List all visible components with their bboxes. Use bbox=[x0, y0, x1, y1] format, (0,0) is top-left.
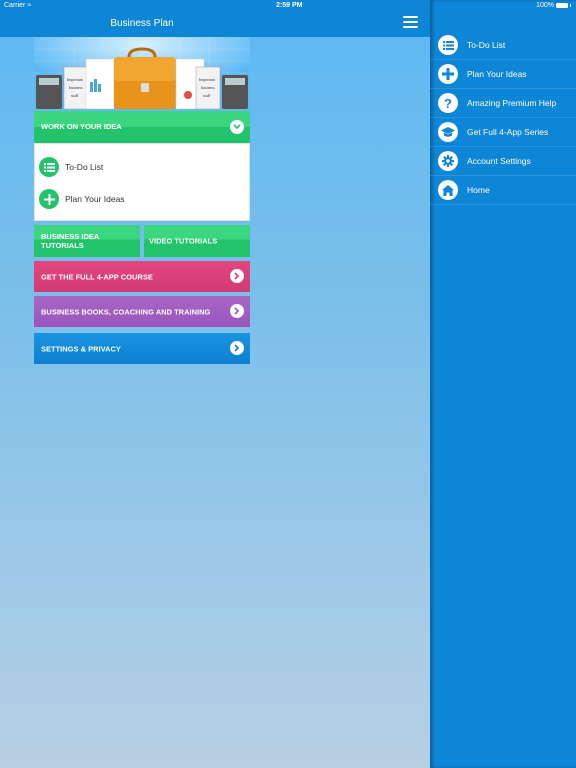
drawer-item-todo[interactable]: To-Do List bbox=[430, 31, 576, 60]
plus-icon bbox=[39, 189, 59, 209]
drawer-item-label: Plan Your Ideas bbox=[467, 69, 527, 79]
side-drawer: To-Do List Plan Your Ideas ? Amazing Pre… bbox=[430, 0, 576, 768]
full-course-button[interactable]: GET THE FULL 4-APP COURSE bbox=[34, 261, 250, 292]
graduation-cap-icon bbox=[438, 122, 458, 142]
list-icon bbox=[438, 35, 458, 55]
svg-text:business: business bbox=[69, 85, 83, 90]
gear-icon bbox=[438, 151, 458, 171]
drawer-item-home[interactable]: Home bbox=[430, 176, 576, 205]
svg-text:stuff: stuff bbox=[71, 93, 79, 98]
svg-text:Important: Important bbox=[199, 77, 216, 82]
svg-text:Important: Important bbox=[67, 77, 84, 82]
work-on-idea-header[interactable]: WORK ON YOUR IDEA bbox=[34, 111, 250, 143]
home-icon bbox=[438, 180, 458, 200]
wifi-icon: ≈ bbox=[27, 2, 32, 9]
carrier-label: Carrier ≈ bbox=[4, 2, 32, 9]
hero-banner: Important business stuff Important busin… bbox=[34, 37, 250, 109]
work-on-idea-list: To-Do List Plan Your Ideas bbox=[34, 143, 250, 221]
drawer-item-account-settings[interactable]: Account Settings bbox=[430, 147, 576, 176]
settings-privacy-button[interactable]: SETTINGS & PRIVACY bbox=[34, 333, 250, 364]
main-panel: Business Plan Important business stuff I… bbox=[0, 0, 430, 768]
calculator-right-icon bbox=[222, 75, 248, 109]
drawer-item-plan-ideas[interactable]: Plan Your Ideas bbox=[430, 60, 576, 89]
hamburger-icon[interactable] bbox=[403, 16, 418, 30]
svg-text:business: business bbox=[201, 85, 215, 90]
calculator-left-icon bbox=[36, 75, 62, 109]
list-icon bbox=[39, 157, 59, 177]
svg-text:stuff: stuff bbox=[203, 93, 211, 98]
list-item-todo[interactable]: To-Do List bbox=[39, 157, 103, 177]
page-title: Business Plan bbox=[110, 18, 174, 29]
battery-indicator: 100% bbox=[536, 2, 571, 9]
status-time: 2:59 PM bbox=[276, 2, 303, 9]
drawer-item-label: To-Do List bbox=[467, 40, 506, 50]
video-tutorials-button[interactable]: VIDEO TUTORIALS bbox=[144, 225, 250, 257]
drawer-item-label: Home bbox=[467, 185, 490, 195]
drawer-item-label: Get Full 4-App Series bbox=[467, 127, 549, 137]
drawer-item-label: Amazing Premium Help bbox=[467, 98, 557, 108]
list-item-plan-ideas[interactable]: Plan Your Ideas bbox=[39, 189, 125, 209]
briefcase-icon bbox=[114, 47, 176, 109]
chevron-right-icon bbox=[230, 341, 244, 355]
question-icon: ? bbox=[438, 93, 458, 113]
drawer-item-premium-help[interactable]: ? Amazing Premium Help bbox=[430, 89, 576, 118]
drawer-item-full-series[interactable]: Get Full 4-App Series bbox=[430, 118, 576, 147]
chevron-right-icon bbox=[230, 304, 244, 318]
business-books-button[interactable]: BUSINESS BOOKS, COACHING AND TRAINING bbox=[34, 296, 250, 327]
plus-icon bbox=[438, 64, 458, 84]
status-bar: Carrier ≈ 2:59 PM 100% bbox=[0, 0, 576, 12]
drawer-item-label: Account Settings bbox=[467, 156, 531, 166]
battery-icon bbox=[556, 3, 568, 8]
business-idea-tutorials-button[interactable]: BUSINESS IDEA TUTORIALS bbox=[34, 225, 140, 257]
list-item-label: To-Do List bbox=[65, 162, 104, 172]
chevron-right-icon bbox=[230, 269, 244, 283]
list-item-label: Plan Your Ideas bbox=[65, 194, 125, 204]
work-on-idea-title: WORK ON YOUR IDEA bbox=[41, 122, 122, 131]
chevron-down-icon[interactable] bbox=[230, 120, 244, 134]
